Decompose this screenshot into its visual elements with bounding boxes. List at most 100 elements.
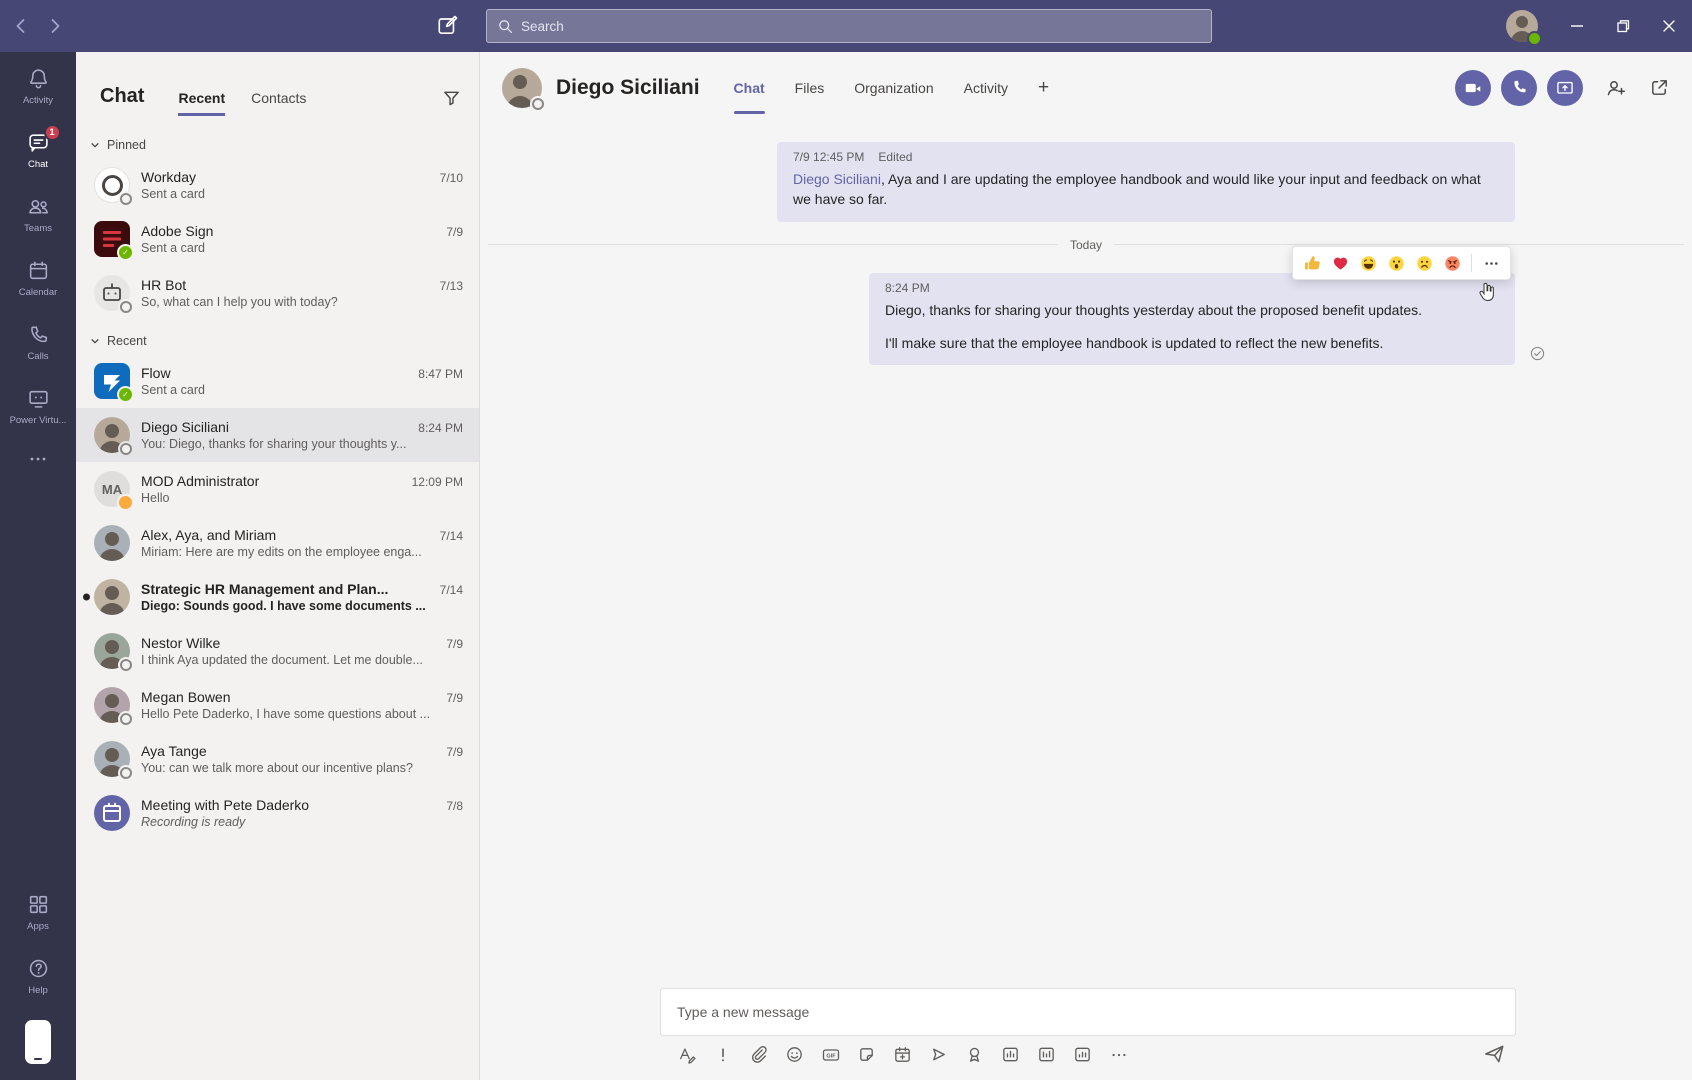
more-options-button[interactable] bbox=[1108, 1044, 1129, 1065]
presence-offline-badge bbox=[532, 98, 544, 110]
forms-app-button[interactable] bbox=[1000, 1044, 1021, 1065]
close-button[interactable] bbox=[1646, 0, 1692, 52]
attach-button[interactable] bbox=[748, 1044, 769, 1065]
sidebar-item-activity[interactable]: Activity bbox=[0, 54, 76, 118]
message-timestamp: 7/9 12:45 PM bbox=[793, 150, 864, 164]
sidebar-item-calendar[interactable]: Calendar bbox=[0, 246, 76, 310]
message-bubble[interactable]: 8:24 PM Diego, thanks for sharing your t… bbox=[869, 273, 1515, 366]
chat-list-item-megan-bowen[interactable]: Megan Bowen7/9Hello Pete Daderko, I have… bbox=[76, 678, 479, 732]
chat-list-item-hr-bot[interactable]: HR Bot7/13So, what can I help you with t… bbox=[76, 266, 479, 320]
send-later-button[interactable] bbox=[928, 1044, 949, 1065]
conversation-tabs: Chat Files Organization Activity + bbox=[734, 52, 1050, 123]
mention-link[interactable]: Diego Siciliani bbox=[793, 171, 881, 187]
reaction-bar bbox=[1292, 246, 1511, 280]
reaction-sad[interactable] bbox=[1411, 250, 1437, 276]
sidebar-item-teams[interactable]: Teams bbox=[0, 182, 76, 246]
sticker-button[interactable] bbox=[856, 1044, 877, 1065]
conversation-avatar[interactable] bbox=[502, 68, 542, 108]
reaction-surprised[interactable] bbox=[1383, 250, 1409, 276]
new-chat-button[interactable] bbox=[436, 13, 460, 37]
sidebar-item-apps[interactable]: Apps bbox=[0, 880, 76, 944]
compose-area: GIF bbox=[480, 978, 1692, 1080]
tab-organization[interactable]: Organization bbox=[854, 52, 933, 123]
survey-app-button[interactable] bbox=[1072, 1044, 1093, 1065]
tab-recent[interactable]: Recent bbox=[178, 90, 225, 116]
tab-chat[interactable]: Chat bbox=[734, 52, 765, 123]
gif-button[interactable]: GIF bbox=[820, 1044, 841, 1065]
filter-button[interactable] bbox=[442, 88, 461, 116]
angry-face-icon bbox=[1444, 255, 1461, 272]
reaction-laughing[interactable] bbox=[1355, 250, 1381, 276]
divider bbox=[1471, 254, 1472, 272]
thumbs-up-icon bbox=[1304, 255, 1321, 272]
tab-contacts[interactable]: Contacts bbox=[251, 90, 306, 116]
chat-panel-header: Chat Recent Contacts bbox=[76, 52, 479, 116]
audio-call-button[interactable] bbox=[1501, 70, 1537, 106]
pop-out-chat-button[interactable] bbox=[1649, 77, 1670, 98]
apps-grid-icon bbox=[27, 893, 50, 916]
screen-share-button[interactable] bbox=[1547, 70, 1583, 106]
back-button[interactable] bbox=[11, 16, 31, 36]
chat-list-item-alex-aya-miriam[interactable]: Alex, Aya, and Miriam7/14Miriam: Here ar… bbox=[76, 516, 479, 570]
sidebar-item-power-virtual-agents[interactable]: Power Virtu... bbox=[0, 374, 76, 438]
minimize-button[interactable] bbox=[1554, 0, 1600, 52]
maximize-button[interactable] bbox=[1600, 0, 1646, 52]
minimize-icon bbox=[1566, 15, 1588, 37]
message-input[interactable] bbox=[660, 988, 1516, 1036]
polls-app-button[interactable] bbox=[1036, 1044, 1057, 1065]
search-bar[interactable] bbox=[486, 9, 1212, 43]
sidebar-item-chat[interactable]: 1 Chat bbox=[0, 118, 76, 182]
chat-list-item-meeting-pete-daderko[interactable]: Meeting with Pete Daderko7/8Recording is… bbox=[76, 786, 479, 840]
reaction-thumbs-up[interactable] bbox=[1299, 250, 1325, 276]
praise-button[interactable] bbox=[964, 1044, 985, 1065]
emoji-button[interactable] bbox=[784, 1044, 805, 1065]
message-bubble[interactable]: 7/9 12:45 PMEdited Diego Siciliani, Aya … bbox=[777, 142, 1515, 222]
schedule-meeting-button[interactable] bbox=[892, 1044, 913, 1065]
sidebar-item-calls[interactable]: Calls bbox=[0, 310, 76, 374]
chat-list-item-strategic-hr[interactable]: Strategic HR Management and Plan...7/14D… bbox=[76, 570, 479, 624]
user-avatar[interactable] bbox=[1506, 10, 1538, 42]
chat-list-item-nestor-wilke[interactable]: Nestor Wilke7/9I think Aya updated the d… bbox=[76, 624, 479, 678]
presence-offline-badge bbox=[120, 659, 132, 671]
svg-text:GIF: GIF bbox=[826, 1053, 836, 1059]
sidebar-label: Activity bbox=[23, 95, 53, 106]
chat-list-item-mod-administrator[interactable]: MA MOD Administrator12:09 PMHello bbox=[76, 462, 479, 516]
sidebar-label: Calendar bbox=[19, 287, 58, 298]
section-header-recent[interactable]: Recent bbox=[76, 328, 479, 354]
search-input[interactable] bbox=[521, 19, 1201, 34]
forward-button[interactable] bbox=[45, 16, 65, 36]
video-camera-icon bbox=[1463, 78, 1483, 98]
chat-list-item-workday[interactable]: Workday7/10Sent a card bbox=[76, 158, 479, 212]
reaction-angry[interactable] bbox=[1439, 250, 1465, 276]
chat-list-item-aya-tange[interactable]: Aya Tange7/9You: can we talk more about … bbox=[76, 732, 479, 786]
presence-online-badge bbox=[119, 388, 132, 401]
reaction-heart[interactable] bbox=[1327, 250, 1353, 276]
reaction-more-button[interactable] bbox=[1478, 250, 1504, 276]
calendar-icon bbox=[27, 259, 50, 282]
sidebar-more-button[interactable] bbox=[0, 438, 76, 480]
mobile-app-icon[interactable] bbox=[25, 1020, 51, 1064]
add-tab-button[interactable]: + bbox=[1038, 52, 1049, 123]
presence-offline-badge bbox=[120, 193, 132, 205]
section-header-pinned[interactable]: Pinned bbox=[76, 132, 479, 158]
chevron-down-icon bbox=[90, 140, 100, 150]
help-icon bbox=[27, 957, 50, 980]
tab-files[interactable]: Files bbox=[795, 52, 825, 123]
chat-list-panel: Chat Recent Contacts Pinned Workday7/10S… bbox=[76, 52, 480, 1080]
chat-list-item-flow[interactable]: Flow8:47 PMSent a card bbox=[76, 354, 479, 408]
chat-list-item-diego-siciliani[interactable]: Diego Siciliani8:24 PMYou: Diego, thanks… bbox=[76, 408, 479, 462]
sidebar-item-help[interactable]: Help bbox=[0, 944, 76, 1008]
video-call-button[interactable] bbox=[1455, 70, 1491, 106]
add-people-button[interactable] bbox=[1605, 77, 1627, 99]
group-avatar bbox=[94, 579, 130, 615]
send-button[interactable] bbox=[1482, 1042, 1506, 1066]
priority-button[interactable] bbox=[712, 1044, 733, 1065]
format-button[interactable] bbox=[676, 1044, 697, 1065]
more-icon bbox=[28, 449, 48, 469]
add-person-icon bbox=[1605, 77, 1627, 99]
tab-activity[interactable]: Activity bbox=[964, 52, 1008, 123]
panel-title: Chat bbox=[100, 85, 144, 116]
chat-list-item-adobe-sign[interactable]: Adobe Sign7/9Sent a card bbox=[76, 212, 479, 266]
sidebar-label: Power Virtu... bbox=[10, 415, 67, 426]
chat-unread-badge: 1 bbox=[44, 124, 61, 141]
